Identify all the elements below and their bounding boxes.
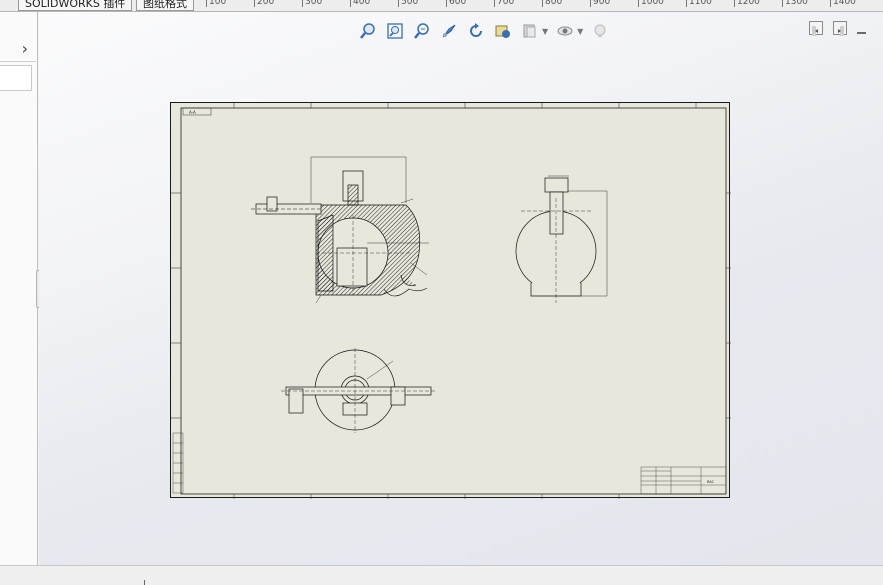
ruler-label: 200 — [257, 0, 275, 7]
tile-window-icon[interactable] — [833, 21, 847, 36]
window-controls — [809, 21, 867, 36]
side-view — [515, 175, 608, 303]
ruler-tick — [206, 0, 207, 7]
ruler-tick — [446, 0, 447, 7]
ruler-tick — [782, 0, 783, 7]
left-panel: › — [0, 12, 38, 565]
status-bar — [0, 565, 883, 585]
ruler-label: 600 — [449, 0, 467, 7]
ruler-label: 1000 — [641, 0, 664, 7]
ruler-tick — [494, 0, 495, 7]
zoom-to-area-icon[interactable] — [384, 21, 405, 42]
ruler-label: 1200 — [737, 0, 760, 7]
revision-table — [172, 432, 184, 494]
hide-show-icon[interactable] — [554, 21, 575, 42]
ruler-tick — [686, 0, 687, 7]
status-separator — [144, 580, 145, 585]
ruler: 100 200 300 400 500 600 700 800 900 1000 1100 1200 1… — [206, 0, 883, 11]
ruler-label: 700 — [497, 0, 515, 7]
top-strip: SOLIDWORKS 插件 图纸格式 100 200 300 400 500 600 700… — [0, 0, 883, 12]
drawing-viewport[interactable]: ▼ ▼ A-A RAC — [39, 12, 883, 565]
ruler-label: 500 — [401, 0, 419, 7]
display-style-icon[interactable] — [519, 21, 540, 42]
sheet-border — [180, 107, 727, 495]
heads-up-view-toolbar: ▼ ▼ — [357, 20, 610, 42]
ruler-tick — [302, 0, 303, 7]
ruler-tick — [398, 0, 399, 7]
ruler-tick — [734, 0, 735, 7]
tab-solidworks-addins[interactable]: SOLIDWORKS 插件 — [18, 0, 133, 11]
zoom-to-fit-icon[interactable] — [357, 21, 378, 42]
ruler-tick — [542, 0, 543, 7]
minimize-icon[interactable] — [857, 21, 867, 35]
title-block-label: RAC — [707, 480, 715, 484]
ruler-label: 800 — [545, 0, 563, 7]
display-style-dropdown-icon[interactable]: ▼ — [542, 27, 548, 36]
ruler-label: 1100 — [689, 0, 712, 7]
zone-marks — [171, 103, 731, 499]
drawing-sheet[interactable]: A-A RAC — [170, 102, 731, 499]
section-view — [251, 156, 429, 304]
section-label: A-A — [189, 110, 196, 115]
rotate-icon[interactable] — [465, 21, 486, 42]
tab-sheet-format[interactable]: 图纸格式 — [136, 0, 194, 11]
ruler-label: 900 — [593, 0, 611, 7]
ruler-tick — [638, 0, 639, 7]
pan-icon[interactable] — [438, 21, 459, 42]
ruler-label: 300 — [305, 0, 323, 7]
ruler-tick — [350, 0, 351, 7]
ruler-tick — [590, 0, 591, 7]
panel-field[interactable] — [0, 65, 32, 91]
view-settings-icon[interactable] — [492, 21, 513, 42]
drawing-canvas: A-A RAC — [171, 103, 731, 499]
ruler-label: 100 — [209, 0, 227, 7]
ruler-tick — [254, 0, 255, 7]
ruler-label: 1300 — [785, 0, 808, 7]
appearance-icon[interactable] — [589, 21, 610, 42]
ruler-tick — [830, 0, 831, 7]
ruler-label: 1400 — [833, 0, 856, 7]
ruler-label: 400 — [353, 0, 371, 7]
hide-show-dropdown-icon[interactable]: ▼ — [577, 27, 583, 36]
expand-chevron-icon[interactable]: › — [0, 36, 36, 62]
top-view — [281, 348, 436, 433]
restore-window-icon[interactable] — [809, 21, 823, 36]
zoom-in-out-icon[interactable] — [411, 21, 432, 42]
